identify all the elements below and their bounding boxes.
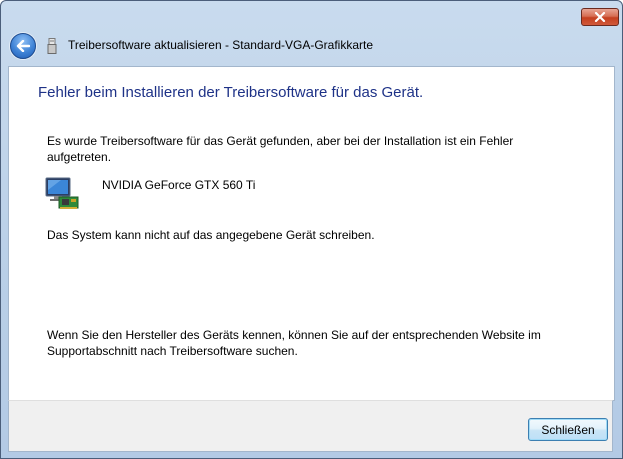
title-bar bbox=[1, 1, 622, 65]
error-message: Das System kann nicht auf das angegebene… bbox=[47, 228, 375, 242]
usb-device-icon bbox=[47, 38, 57, 54]
window-close-button[interactable] bbox=[581, 8, 619, 26]
window-title: Treibersoftware aktualisieren - Standard… bbox=[68, 38, 374, 52]
back-button[interactable] bbox=[10, 33, 36, 59]
page-heading: Fehler beim Installieren der Treibersoft… bbox=[38, 84, 424, 101]
help-hint: Wenn Sie den Hersteller des Geräts kenne… bbox=[47, 328, 541, 358]
display-adapter-icon bbox=[45, 177, 79, 209]
error-description: Es wurde Treibersoftware für das Gerät g… bbox=[47, 134, 514, 164]
back-arrow-icon bbox=[16, 40, 30, 52]
device-name: NVIDIA GeForce GTX 560 Ti bbox=[102, 178, 256, 192]
close-icon bbox=[594, 12, 606, 22]
close-button[interactable]: Schließen bbox=[528, 418, 608, 441]
button-bar bbox=[8, 400, 613, 452]
